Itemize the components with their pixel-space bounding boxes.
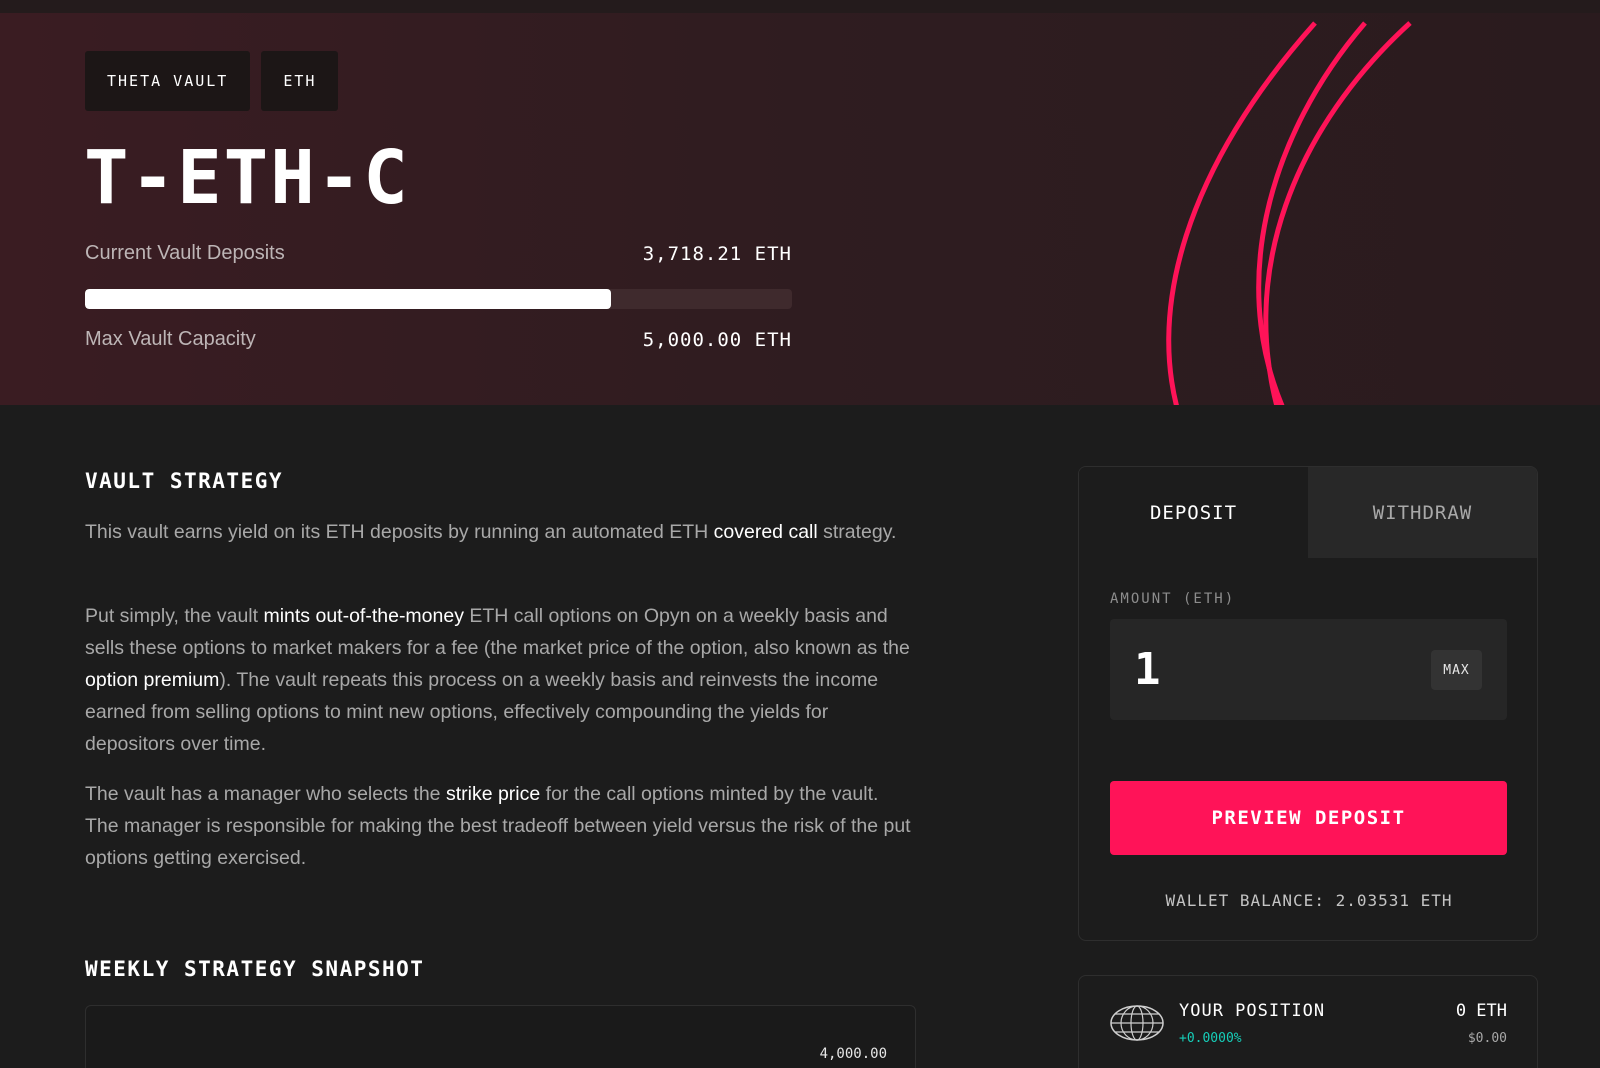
position-change: +0.0000% (1179, 1031, 1242, 1046)
text-segment: This vault earns yield on its ETH deposi… (85, 521, 714, 543)
deposit-panel: DEPOSIT WITHDRAW AMOUNT (ETH) MAX PREVIE… (1078, 466, 1538, 941)
text-segment: The vault has a manager who selects the (85, 783, 446, 805)
current-deposits-row: Current Vault Deposits 3,718.21 ETH (85, 242, 792, 265)
link-option-premium[interactable]: option premium (85, 669, 219, 691)
deposit-withdraw-tabs: DEPOSIT WITHDRAW (1079, 467, 1537, 558)
your-position-panel[interactable]: YOUR POSITION +0.0000% 0 ETH $0.00 (1078, 975, 1538, 1068)
tab-withdraw[interactable]: WITHDRAW (1308, 467, 1537, 558)
strategy-paragraph-3: The vault has a manager who selects the … (85, 778, 915, 874)
deposit-progress-bar (85, 289, 792, 309)
vault-title: T-ETH-C (84, 135, 410, 221)
wallet-balance: WALLET BALANCE: 2.03531 ETH (1165, 891, 1453, 910)
snapshot-value-label: 4,000.00 (819, 1046, 887, 1062)
vault-hero: THETA VAULT ETH T-ETH-C Current Vault De… (0, 0, 1600, 405)
text-segment: Put simply, the vault (85, 605, 264, 627)
deposit-progress-fill (85, 289, 611, 309)
link-strike-price[interactable]: strike price (446, 783, 540, 805)
vault-strategy-title: VAULT STRATEGY (85, 469, 284, 493)
max-button[interactable]: MAX (1431, 650, 1482, 690)
link-covered-call[interactable]: covered call (714, 521, 818, 543)
current-deposits-label: Current Vault Deposits (85, 242, 285, 264)
strategy-paragraph-1: This vault earns yield on its ETH deposi… (85, 516, 915, 548)
amount-label: AMOUNT (ETH) (1110, 591, 1236, 607)
weekly-snapshot-chart: 4,000.00 (85, 1005, 916, 1068)
max-capacity-label: Max Vault Capacity (85, 328, 256, 350)
decorative-swoosh-graphic (1166, 21, 1412, 405)
tab-deposit[interactable]: DEPOSIT (1079, 467, 1308, 558)
link-mints-otm[interactable]: mints out-of-the-money (263, 605, 464, 627)
tag-asset: ETH (261, 51, 339, 111)
position-title: YOUR POSITION (1179, 1001, 1326, 1021)
weekly-snapshot-title: WEEKLY STRATEGY SNAPSHOT (85, 957, 425, 981)
strategy-paragraph-2: Put simply, the vault mints out-of-the-m… (85, 600, 915, 760)
amount-input[interactable] (1134, 641, 1414, 697)
max-capacity-row: Max Vault Capacity 5,000.00 ETH (85, 328, 792, 351)
preview-deposit-button[interactable]: PREVIEW DEPOSIT (1110, 781, 1507, 855)
text-segment: strategy. (817, 521, 897, 543)
position-usd-value: $0.00 (1467, 1031, 1507, 1046)
tag-theta-vault: THETA VAULT (85, 51, 251, 111)
amount-field: MAX (1110, 619, 1507, 720)
vault-tags: THETA VAULT ETH (85, 51, 339, 111)
current-deposits-value: 3,718.21 ETH (642, 242, 792, 265)
max-capacity-value: 5,000.00 ETH (642, 328, 792, 351)
globe-icon (1110, 1005, 1164, 1041)
position-eth-value: 0 ETH (1455, 1001, 1507, 1021)
